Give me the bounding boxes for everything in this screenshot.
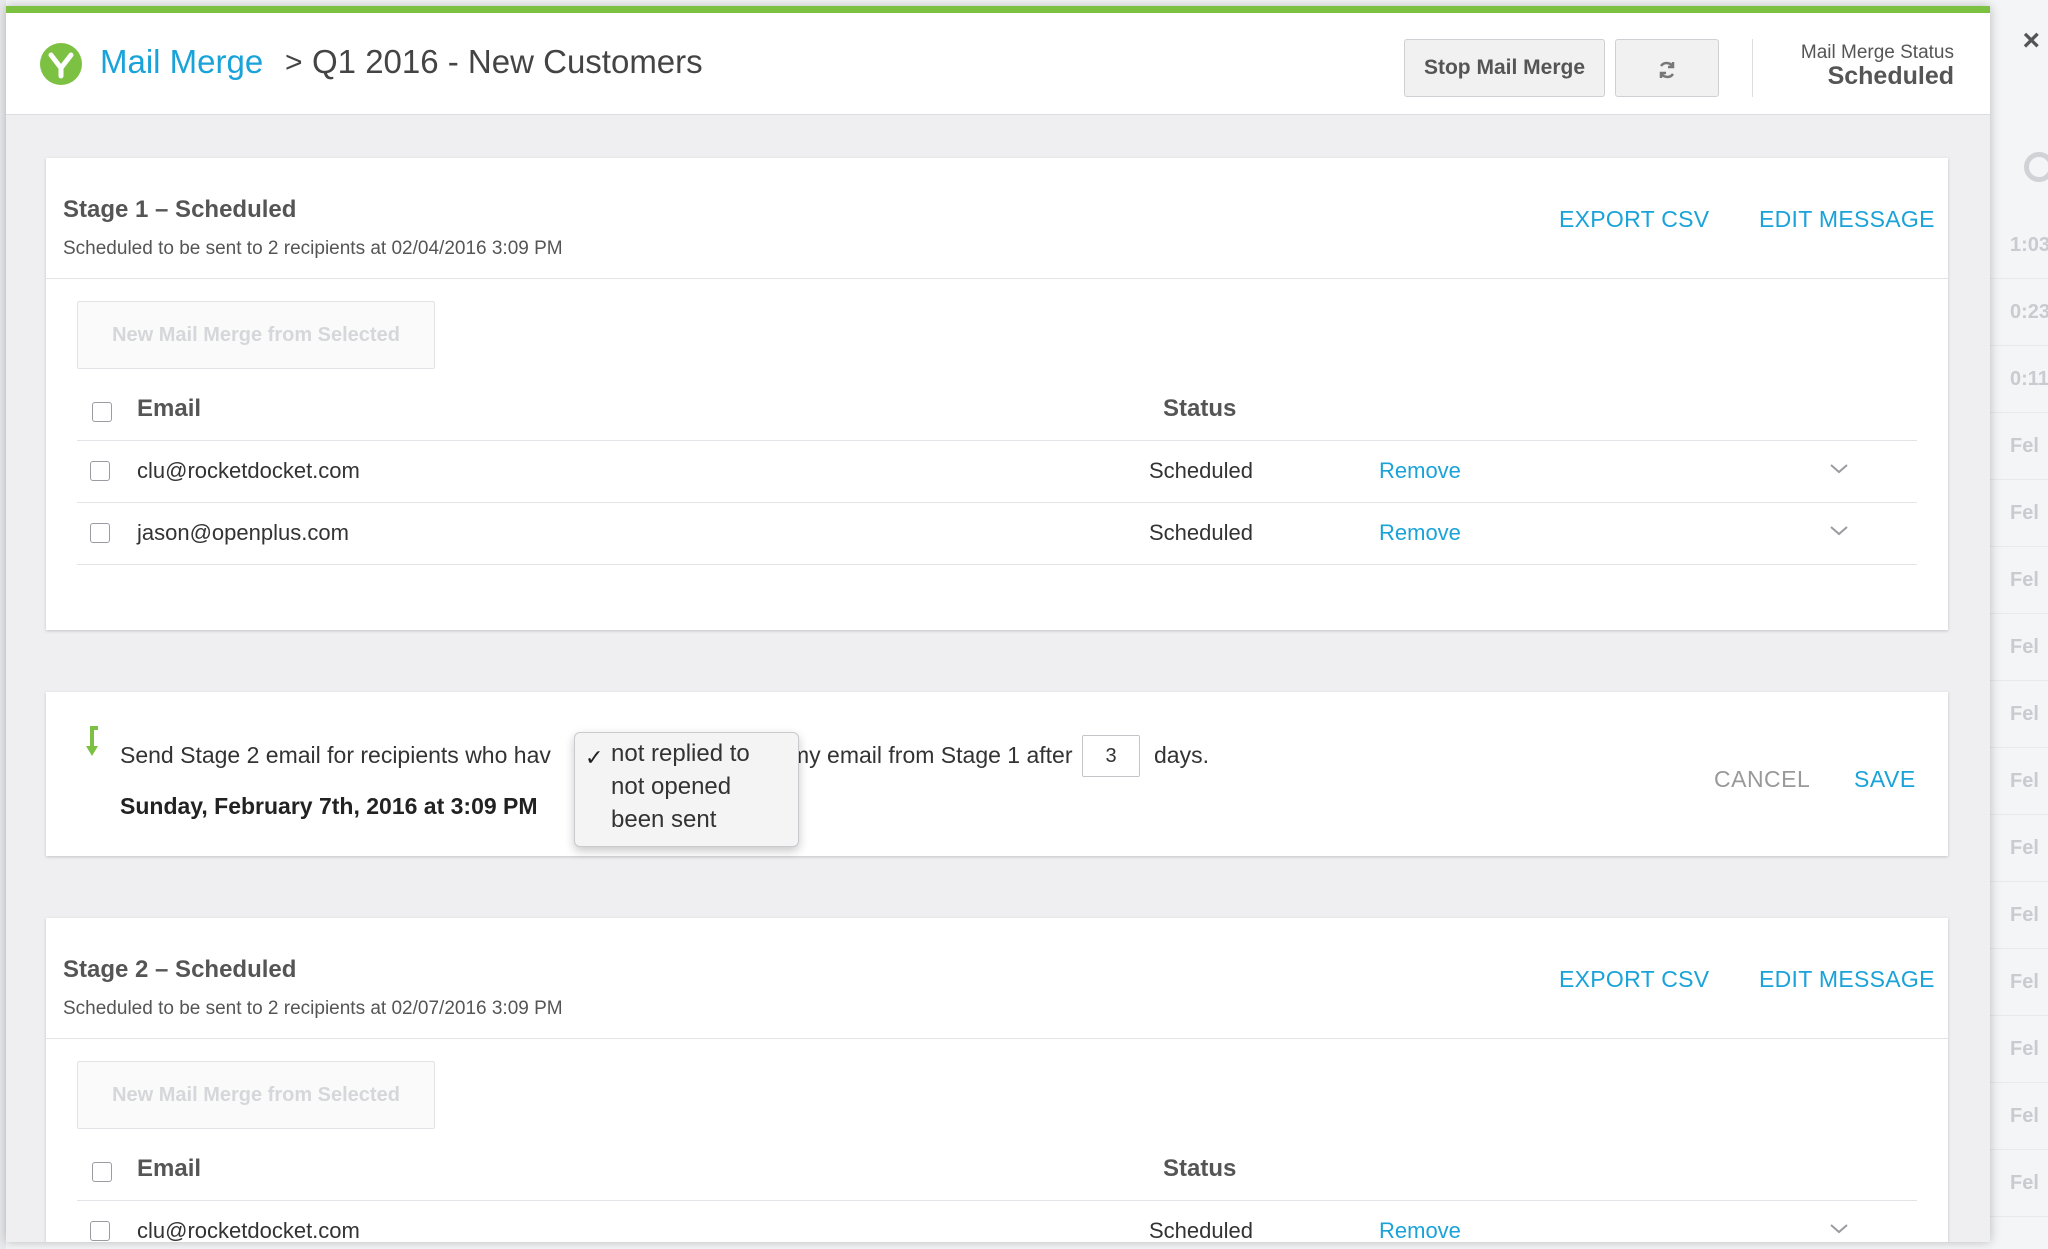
close-icon[interactable]: × xyxy=(2022,24,2040,58)
gear-icon[interactable] xyxy=(2024,152,2048,182)
table-row: jason@openplus.com Scheduled Remove xyxy=(77,503,1917,565)
divider xyxy=(46,1038,1948,1039)
list-item[interactable]: Fel xyxy=(1988,1150,2048,1217)
edit-message-link[interactable]: EDIT MESSAGE xyxy=(1759,206,1935,233)
branch-arrow-icon xyxy=(86,726,98,756)
list-item[interactable]: 0:23 xyxy=(1988,279,2048,346)
chevron-down-icon[interactable] xyxy=(1829,521,1849,541)
stage-subtitle: Scheduled to be sent to 2 recipients at … xyxy=(63,998,563,1019)
chevron-down-icon[interactable] xyxy=(1829,1219,1849,1239)
row-checkbox[interactable] xyxy=(90,461,110,481)
select-all-checkbox[interactable] xyxy=(92,402,112,422)
stage-1-card: Stage 1 – Scheduled Scheduled to be sent… xyxy=(46,158,1948,630)
refresh-button[interactable] xyxy=(1615,39,1719,97)
condition-dropdown-menu: ✓ not replied to not opened been sent xyxy=(574,732,799,847)
list-item[interactable]: Fel xyxy=(1988,815,2048,882)
rule-text-after: days. xyxy=(1154,742,1209,768)
new-mail-merge-from-selected-button[interactable]: New Mail Merge from Selected xyxy=(77,301,435,369)
list-item[interactable]: 0:11 xyxy=(1988,346,2048,413)
header-divider xyxy=(1752,39,1753,97)
cancel-button[interactable]: CANCEL xyxy=(1714,766,1810,793)
column-header-email: Email xyxy=(137,1155,202,1182)
rule-text-before: Send Stage 2 email for recipients who ha… xyxy=(120,742,551,768)
list-item[interactable]: Fel xyxy=(1988,1016,2048,1083)
list-item[interactable]: Fel xyxy=(1988,882,2048,949)
breadcrumb-mail-merge-link[interactable]: Mail Merge xyxy=(100,43,263,81)
table-row: clu@rocketdocket.com Scheduled Remove xyxy=(77,1201,1917,1242)
list-item[interactable]: Fel xyxy=(1988,949,2048,1016)
remove-link[interactable]: Remove xyxy=(1379,458,1461,484)
select-all-checkbox[interactable] xyxy=(92,1162,112,1182)
recipient-status: Scheduled xyxy=(1149,520,1253,545)
new-mail-merge-from-selected-button[interactable]: New Mail Merge from Selected xyxy=(77,1061,435,1129)
list-item[interactable]: Fel xyxy=(1988,1083,2048,1150)
remove-link[interactable]: Remove xyxy=(1379,1218,1461,1242)
list-item[interactable]: Fel xyxy=(1988,480,2048,547)
list-item[interactable]: Fel xyxy=(1988,748,2048,815)
dropdown-option-been-sent[interactable]: been sent xyxy=(611,806,716,834)
recipient-email: clu@rocketdocket.com xyxy=(137,1218,360,1242)
export-csv-link[interactable]: EXPORT CSV xyxy=(1559,206,1709,233)
stage-2-card: Stage 2 – Scheduled Scheduled to be sent… xyxy=(46,918,1948,1242)
check-icon: ✓ xyxy=(585,745,604,770)
chevron-down-icon[interactable] xyxy=(1829,459,1849,479)
column-header-status: Status xyxy=(1163,1155,1237,1182)
status-value: Scheduled xyxy=(1827,62,1954,90)
edit-message-link[interactable]: EDIT MESSAGE xyxy=(1759,966,1935,993)
recipient-status: Scheduled xyxy=(1149,1218,1253,1242)
stage-title: Stage 1 – Scheduled xyxy=(63,196,297,223)
divider xyxy=(46,278,1948,279)
status-label: Mail Merge Status xyxy=(1800,42,1954,63)
dropdown-option-not-replied-to[interactable]: not replied to xyxy=(611,740,750,768)
stage-2-rule-card: Send Stage 2 email for recipients who ha… xyxy=(46,692,1948,856)
accent-bar xyxy=(6,6,1990,13)
background-app: × 1:03 0:23 0:11 Fel Fel Fel Fel Fel Fel… xyxy=(1988,0,2048,1249)
table-row: clu@rocketdocket.com Scheduled Remove xyxy=(77,441,1917,503)
stage-subtitle: Scheduled to be sent to 2 recipients at … xyxy=(63,238,563,259)
remove-link[interactable]: Remove xyxy=(1379,520,1461,546)
stage-title: Stage 2 – Scheduled xyxy=(63,956,297,983)
column-header-status: Status xyxy=(1163,395,1237,422)
refresh-icon xyxy=(1659,61,1675,79)
table-header: Email Status xyxy=(77,383,1917,441)
save-button[interactable]: SAVE xyxy=(1854,766,1916,793)
recipient-email: jason@openplus.com xyxy=(137,520,349,545)
list-item[interactable]: 1:03 xyxy=(1988,212,2048,279)
breadcrumb-separator-icon: > xyxy=(285,46,303,79)
table-header: Email Status xyxy=(77,1143,1917,1201)
recipient-email: clu@rocketdocket.com xyxy=(137,458,360,483)
dropdown-option-not-opened[interactable]: not opened xyxy=(611,773,731,801)
mail-merge-modal: Mail Merge > Q1 2016 - New Customers Sto… xyxy=(6,6,1990,1242)
recipient-status: Scheduled xyxy=(1149,458,1253,483)
list-item[interactable]: Fel xyxy=(1988,614,2048,681)
scheduled-date: Sunday, February 7th, 2016 at 3:09 PM xyxy=(120,793,538,819)
list-item[interactable]: Fel xyxy=(1988,547,2048,614)
export-csv-link[interactable]: EXPORT CSV xyxy=(1559,966,1709,993)
modal-header: Mail Merge > Q1 2016 - New Customers Sto… xyxy=(6,13,1990,115)
rule-text-middle: my email from Stage 1 after xyxy=(790,742,1073,768)
column-header-email: Email xyxy=(137,395,202,422)
days-input[interactable]: 3 xyxy=(1082,735,1140,777)
list-item[interactable]: Fel xyxy=(1988,681,2048,748)
row-checkbox[interactable] xyxy=(90,523,110,543)
yesware-logo-icon[interactable] xyxy=(40,43,82,85)
list-item[interactable]: Fel xyxy=(1988,413,2048,480)
page-title: Q1 2016 - New Customers xyxy=(312,43,703,80)
stop-mail-merge-button[interactable]: Stop Mail Merge xyxy=(1404,39,1605,97)
row-checkbox[interactable] xyxy=(90,1221,110,1241)
